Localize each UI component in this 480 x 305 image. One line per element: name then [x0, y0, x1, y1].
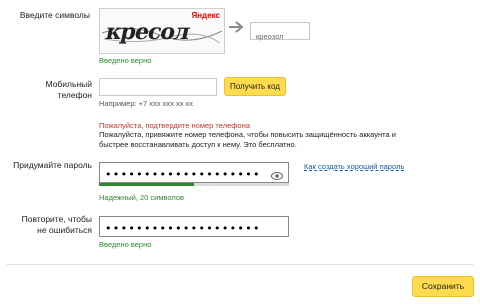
confirm-password-mask: ••••••••••••••••••••: [105, 222, 261, 235]
confirm-label: Повторите, чтобы не ошибиться: [21, 214, 92, 235]
password-strength-fill: [99, 183, 194, 186]
password-strength-bar: [99, 183, 289, 186]
footer-divider: [6, 264, 474, 265]
arrow-right-icon: [228, 20, 246, 34]
phone-note: Пожалуйста, привяжите номер телефона, чт…: [99, 130, 396, 149]
confirm-status: Введено верно: [99, 240, 152, 249]
captcha-text: кресол: [103, 19, 192, 45]
captcha-status: Введено верно: [99, 56, 152, 65]
phone-error: Пожалуйста, подтвердите номер телефона: [99, 121, 250, 130]
password-strength-text: Надежный, 20 символов: [99, 193, 185, 202]
captcha-answer-field[interactable]: креозол: [250, 22, 310, 41]
confirm-password-input[interactable]: ••••••••••••••••••••: [99, 216, 289, 237]
phone-example: Например: +7 xxx xxx xx xx: [99, 99, 194, 108]
password-help-link[interactable]: Как создать хороший пароль: [304, 162, 404, 171]
yandex-logo: Яндекс: [191, 11, 220, 20]
phone-input[interactable]: [99, 78, 217, 96]
save-button[interactable]: Сохранить: [412, 276, 474, 297]
get-code-button[interactable]: Получить код: [224, 77, 286, 96]
password-label: Придумайте пароль: [13, 160, 92, 170]
captcha-answer-value: креозол: [256, 32, 284, 41]
captcha-image: кресол Яндекс: [99, 8, 225, 54]
phone-label: Мобильный телефон: [45, 79, 92, 100]
captcha-label: Введите символы: [19, 10, 90, 20]
password-input[interactable]: ••••••••••••••••••••: [99, 162, 289, 183]
password-mask: ••••••••••••••••••••: [105, 168, 261, 181]
